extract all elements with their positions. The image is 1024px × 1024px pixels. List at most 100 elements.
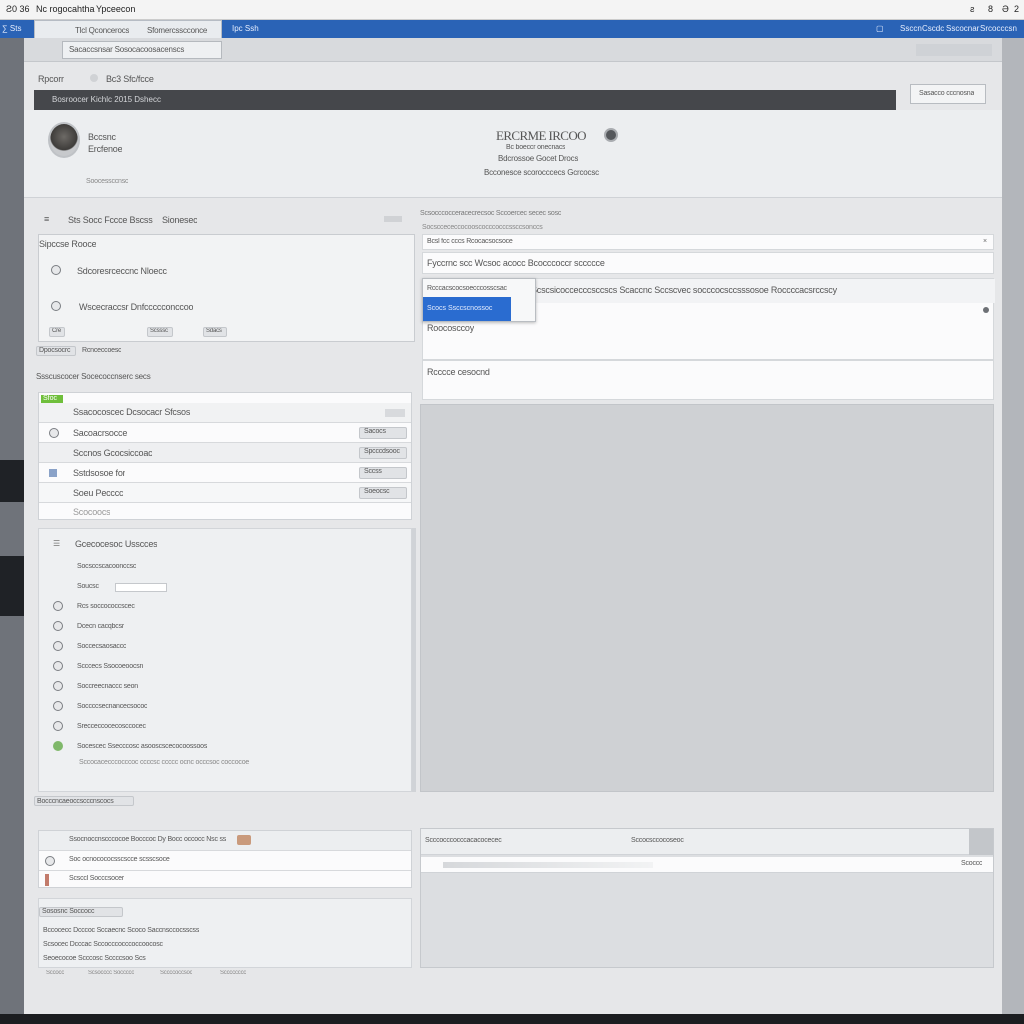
list-item-value[interactable]: Sacocs [359, 427, 407, 439]
notes-section-chip[interactable]: Sososnc Soccocc [39, 907, 123, 917]
profile-badge-icon [604, 128, 618, 142]
bottom-right-row[interactable]: Scoccc [421, 857, 993, 873]
tree-item[interactable]: Rcs soccococcscec [77, 603, 135, 610]
list-item-control[interactable] [385, 409, 405, 417]
left-section-toggle[interactable] [384, 216, 402, 222]
right-content-area [420, 404, 994, 792]
window-toolbar: Sacaccsnsar Sosocacoosacenscs [24, 38, 1002, 62]
tree-item[interactable]: Soucsc [77, 583, 99, 590]
header-action-button[interactable]: Sasacco cccnosna [910, 84, 986, 104]
profile-sub-1: Bc boeccr onecnacs [506, 144, 566, 151]
tree-inline-input[interactable] [115, 583, 167, 592]
os-label: Ƨ0 36 [6, 4, 30, 14]
right-field-4: Rcccce cesocnd [427, 367, 490, 377]
item-2-label[interactable]: Wscecraccsr Dnfccccconccoo [79, 302, 193, 312]
tag-chip[interactable]: Dpocsocrc [36, 346, 76, 356]
item-1-icon [51, 265, 61, 275]
os-tray-icon[interactable]: ƨ [970, 4, 975, 14]
bottom-right-panel: Scccocccocccacacocecec Sccocsccocoseoc S… [420, 828, 994, 968]
list-item-value[interactable]: Sccss [359, 467, 407, 479]
bottom-right-side-button[interactable] [969, 829, 993, 855]
list-item[interactable]: Soeu Pecccc Soeocsc [39, 483, 411, 503]
tree-item-icon [53, 601, 63, 611]
list-item[interactable]: Sacoacrsocce Sacocs [39, 423, 411, 443]
table-row[interactable]: Scsccl Socccsocer [39, 871, 411, 891]
profile-title: ERCRME IRCOO [496, 128, 587, 143]
footer-link[interactable]: Sccccoccsoc [160, 970, 192, 976]
os-settings-icon[interactable]: 8 [988, 4, 993, 14]
tree-item[interactable]: Soccreecnaccc seon [77, 683, 138, 690]
tree-item[interactable]: Dcecn cacqbcsr [77, 623, 124, 630]
header-dot-icon [90, 74, 98, 82]
right-field-4-box[interactable]: Rcccce cesocnd [422, 360, 994, 400]
settings-list: Sfoc Ssacocoscec Dcsocacr Sfcsos Sacoacr… [38, 392, 412, 520]
bottom-left-table: Ssocnoccnscccocoe Bocccoc Dy Bocc occocc… [38, 830, 412, 888]
list-item[interactable]: Ssacocoscec Dcsocacr Sfcsos [39, 403, 411, 423]
tree-item[interactable]: Soccecsaosaccc [77, 643, 126, 650]
section-icon: ≡ [44, 214, 50, 224]
option-button-3[interactable]: Sdacs [203, 327, 227, 337]
bottom-right-header[interactable]: Scccocccocccacacocecec Sccocsccocoseoc [421, 829, 993, 855]
browser-bar: ∑ Sts Tlcl Qconcerocs Sfomercsscconce Ip… [0, 20, 1024, 38]
option-button-1[interactable]: Cre [49, 327, 65, 337]
tree-panel: ☰ Gcecocesoc Usscces Socsccscacoonccsc S… [38, 528, 412, 792]
nav-label[interactable]: Ipc Ssh [232, 24, 259, 33]
bottom-right-text-3: Scoccc [961, 860, 983, 867]
notes-line: Seoecocoe Scccosc Sccccsoo Scs [43, 955, 146, 962]
list-item-label: Sacoacrsocce [73, 428, 128, 438]
profile-name: Bccsnc [88, 132, 116, 142]
bottom-background [0, 1014, 1024, 1024]
os-menu-icon[interactable]: 2 [1014, 4, 1019, 14]
tree-item[interactable]: Soccccsecnancecsococ [77, 703, 147, 710]
tab-sub-label: Sfomercsscconce [147, 26, 208, 35]
browser-icon[interactable]: ▢ [876, 24, 884, 33]
footer-link[interactable]: Sccocc [46, 970, 64, 976]
dropdown-item-selected-label: Scocs Ssccscnossoc [427, 305, 493, 312]
list-item-value[interactable]: Soeocsc [359, 487, 407, 499]
notes-line: Scsocec Dcccac Sccocccocccoccoocosc [43, 941, 163, 948]
tree-item[interactable]: Socescec Ssecccosc asooscscecocoossoos [77, 743, 207, 750]
footer-link[interactable]: Scsocccc Socccco [88, 970, 134, 976]
browser-link-3[interactable]: Sscocnar [946, 24, 979, 33]
right-field-3: Roocosccoy [427, 323, 475, 333]
dropdown-item-selected[interactable]: Scocs Ssccscnossoc [423, 297, 511, 321]
left-line-text: Ssscuscocer Socecoccnserc secs [36, 372, 151, 381]
dark-bar-text: Bosroocer Kichlc 2015 Dshecc [52, 95, 161, 104]
list-item-label: Scocoocs [73, 507, 111, 517]
tree-item[interactable]: Socsccscacoonccsc [77, 563, 136, 570]
dropdown-item[interactable]: Rcccacscocsoecccosscsac [427, 285, 507, 292]
toolbar-controls[interactable] [916, 44, 992, 56]
profile-sub-2: Bdcrossoe Gocet Drocs [498, 154, 579, 163]
group-label: Sipccse Rooce [39, 239, 97, 249]
right-field-1[interactable]: Fyccrnc scc Wcsoc acocc Bcocccoccr scccc… [422, 252, 994, 274]
browser-link-1[interactable]: Ssccn [900, 24, 922, 33]
tab-label: Tlcl Qconcerocs [75, 26, 130, 35]
list-item[interactable]: Sstdsosoe for Sccss [39, 463, 411, 483]
table-row[interactable]: Ssocnoccnscccocoe Bocccoc Dy Bocc occocc… [39, 831, 411, 851]
tree-item[interactable]: Srecceccocecosccocec [77, 723, 146, 730]
bottom-left-title: Bocccncaeoccscccnscocs [37, 798, 114, 805]
browser-link-2[interactable]: Cscdc [922, 24, 944, 33]
tree-item-icon [53, 641, 63, 651]
bottom-left-title-chip[interactable]: Bocccncaeoccscccnscocs [34, 796, 134, 806]
list-item[interactable]: Scocoocs [39, 503, 411, 523]
avatar[interactable] [48, 122, 80, 158]
browser-link-4[interactable]: Srcocccsn [980, 24, 1017, 33]
list-item[interactable]: Sccnos Gcocsiccoac Spcccdsooc [39, 443, 411, 463]
os-edit-icon[interactable]: Ә [1002, 4, 1009, 14]
option-button-2[interactable]: Scsssc [147, 327, 173, 337]
bottom-left-notes: Sososnc Soccocc Bccocecc Dcccoc Sccaecnc… [38, 898, 412, 968]
right-bar[interactable]: Bcsl fcc cccs Rcocacsocsoce × [422, 234, 994, 250]
tree-item[interactable]: Scccecs Ssocoeoocsn [77, 663, 143, 670]
right-bar-close-icon[interactable]: × [983, 238, 987, 245]
table-row[interactable]: Soc ocnocococsscscce scsscsoce [39, 851, 411, 871]
right-field-2: Scscsicoccecccsccscs Scaccnc Sccscvec so… [531, 285, 837, 295]
footer-link[interactable]: Scccccccc [220, 970, 246, 976]
header-action-label: Sasacco cccnosna [919, 90, 975, 97]
tree-footer: Sccocacecccocccoc ccccsc ccccc ocnc occc… [79, 759, 250, 766]
tab-active[interactable]: Tlcl Qconcerocs Sfomercsscconce [34, 20, 222, 38]
item-1-label[interactable]: Sdcoresrceccnc Nloecc [77, 266, 167, 276]
subtab[interactable]: Sacaccsnsar Sosocacoosacenscs [62, 41, 222, 59]
list-item-value[interactable]: Spcccdsooc [359, 447, 407, 459]
tree-scrollbar[interactable] [412, 528, 416, 792]
